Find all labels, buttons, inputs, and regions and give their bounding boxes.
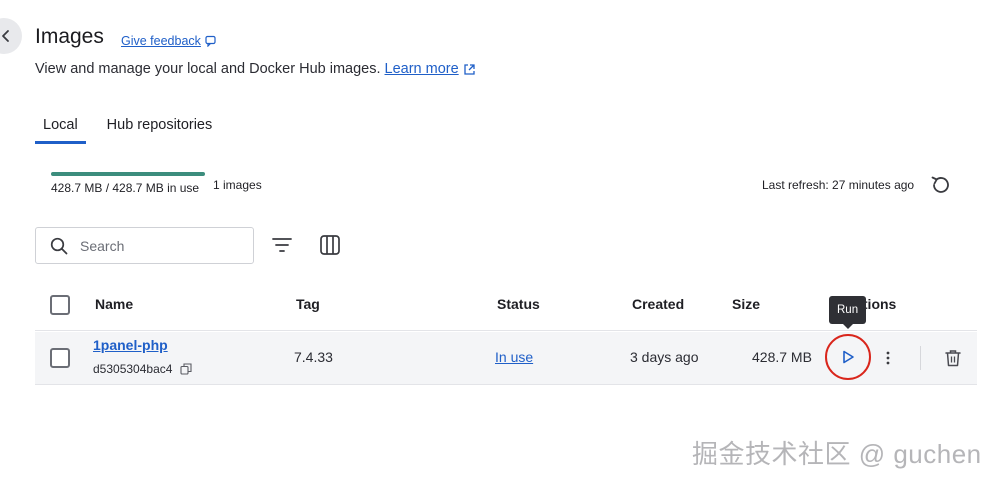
trash-icon[interactable] [942, 347, 964, 369]
run-tooltip: Run [829, 296, 867, 324]
last-refresh-text: Last refresh: 27 minutes ago [762, 178, 915, 192]
filter-icon[interactable] [270, 233, 294, 257]
image-size: 428.7 MB [752, 349, 812, 365]
status-in-use-link[interactable]: In use [495, 349, 533, 365]
column-header-created[interactable]: Created [632, 296, 684, 312]
more-vertical-icon [886, 351, 890, 365]
learn-more-link[interactable]: Learn more [385, 61, 459, 77]
give-feedback-label: Give feedback [121, 34, 201, 48]
image-id: d5305304bac4 [93, 362, 192, 376]
table-row[interactable]: 1panel-php d5305304bac4 7.4.33 In use 3 … [35, 332, 977, 385]
search-icon [50, 237, 68, 254]
copy-icon[interactable] [180, 363, 192, 375]
column-header-status[interactable]: Status [497, 296, 540, 312]
search-input[interactable] [80, 237, 230, 254]
actions-divider [920, 346, 921, 370]
refresh-icon[interactable] [928, 173, 952, 197]
more-options-button[interactable] [878, 346, 898, 370]
image-id-text: d5305304bac4 [93, 362, 173, 376]
page-description: View and manage your local and Docker Hu… [35, 61, 476, 77]
column-header-tag[interactable]: Tag [296, 296, 320, 312]
image-name-link[interactable]: 1panel-php [93, 337, 168, 353]
search-box[interactable] [35, 227, 254, 264]
row-checkbox[interactable] [50, 348, 70, 368]
back-button[interactable] [0, 18, 22, 54]
disk-usage-text: 428.7 MB / 428.7 MB in use [51, 181, 200, 195]
disk-usage-bar [51, 172, 205, 176]
give-feedback-link[interactable]: Give feedback [121, 34, 217, 48]
tab-hub-repositories[interactable]: Hub repositories [99, 114, 221, 144]
page-title: Images [35, 25, 104, 48]
column-header-size[interactable]: Size [732, 296, 760, 312]
watermark: 掘金技术社区 @ guchen [692, 439, 982, 469]
run-button[interactable] [825, 334, 871, 380]
column-header-name[interactable]: Name [95, 296, 133, 312]
image-count: 1 images [213, 178, 262, 192]
image-created: 3 days ago [630, 349, 699, 365]
chevron-left-icon [2, 30, 9, 42]
description-text: View and manage your local and Docker Hu… [35, 61, 381, 77]
image-tag: 7.4.33 [294, 349, 333, 365]
image-status: In use [495, 349, 533, 365]
tab-bar: Local Hub repositories [35, 114, 220, 144]
feedback-icon [205, 35, 216, 47]
play-icon [843, 350, 854, 364]
external-link-icon [464, 63, 475, 75]
tab-local[interactable]: Local [35, 114, 86, 144]
columns-icon[interactable] [318, 233, 342, 257]
select-all-checkbox[interactable] [50, 295, 70, 315]
